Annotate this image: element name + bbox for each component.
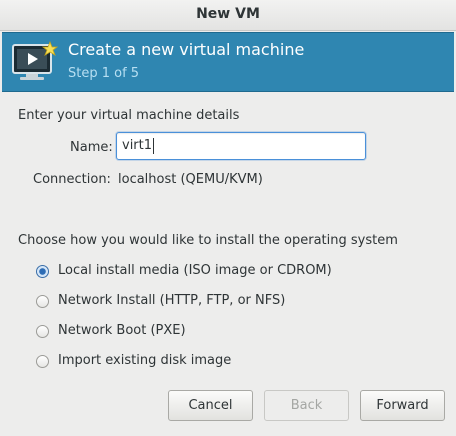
banner-title: Create a new virtual machine [68, 40, 305, 59]
back-button[interactable]: Back [264, 390, 349, 421]
radio-button[interactable] [36, 325, 49, 338]
name-label: Name: [70, 140, 113, 155]
radio-label: Import existing disk image [58, 353, 232, 368]
window-title: New VM [196, 6, 260, 22]
details-heading: Enter your virtual machine details [18, 108, 240, 123]
wizard-banner: Create a new virtual machine Step 1 of 5 [2, 32, 454, 92]
radio-network-boot[interactable]: Network Boot (PXE) [36, 323, 236, 343]
window-titlebar[interactable]: New VM [0, 0, 456, 31]
new-vm-window: New VM Create a new virtual machine Step… [0, 0, 456, 436]
text-caret [153, 137, 155, 154]
radio-button[interactable] [36, 355, 49, 368]
radio-button-checked[interactable] [36, 265, 49, 278]
wizard-content: Enter your virtual machine details Name:… [2, 92, 454, 436]
monitor-wizard-icon [12, 41, 58, 80]
radio-network-install[interactable]: Network Install (HTTP, FTP, or NFS) [36, 293, 336, 313]
connection-value: localhost (QEMU/KVM) [118, 172, 263, 187]
radio-label: Network Install (HTTP, FTP, or NFS) [58, 293, 286, 308]
radio-import-disk-image[interactable]: Import existing disk image [36, 353, 276, 373]
radio-local-install-media[interactable]: Local install media (ISO image or CDROM) [36, 263, 376, 283]
banner-step-indicator: Step 1 of 5 [68, 66, 140, 81]
name-input-value: virt1 [122, 138, 153, 153]
radio-label: Local install media (ISO image or CDROM) [58, 263, 332, 278]
forward-button[interactable]: Forward [360, 390, 445, 421]
install-method-heading: Choose how you would like to install the… [18, 233, 398, 248]
connection-label: Connection: [33, 172, 111, 187]
name-input[interactable]: virt1 [116, 132, 366, 160]
radio-label: Network Boot (PXE) [58, 323, 186, 338]
cancel-button[interactable]: Cancel [168, 390, 253, 421]
radio-button[interactable] [36, 295, 49, 308]
